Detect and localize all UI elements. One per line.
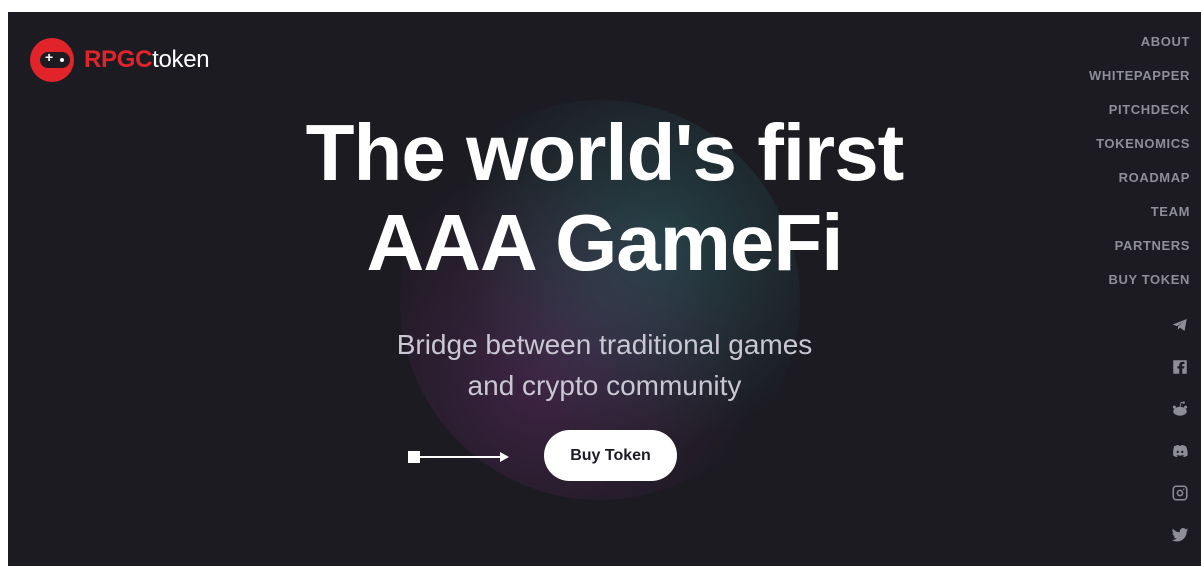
hero-subtitle-line-2: and crypto community	[467, 370, 742, 401]
hero-title: The world's first AAA GameFi	[8, 108, 1201, 288]
logo-suffix: token	[152, 46, 210, 73]
logo-wordmark: RPGCtoken	[84, 46, 210, 74]
twitter-icon[interactable]	[1170, 525, 1190, 545]
discord-icon[interactable]	[1170, 441, 1190, 461]
site-logo[interactable]: RPGCtoken	[30, 38, 210, 82]
nav-item-about[interactable]: ABOUT	[1141, 34, 1190, 68]
logo-brand: RPGC	[84, 46, 153, 73]
instagram-icon[interactable]	[1170, 483, 1190, 503]
nav-item-whitepaper[interactable]: WHITEPAPPER	[1089, 68, 1190, 102]
buy-token-button[interactable]: Buy Token	[544, 430, 677, 481]
arrow-pointer-icon	[408, 451, 509, 465]
hero-title-line-1: The world's first	[305, 108, 905, 197]
hero-subtitle: Bridge between traditional games and cry…	[8, 324, 1201, 406]
hero-title-line-2: AAA GameFi	[366, 198, 843, 287]
gamepad-logo-icon	[30, 38, 74, 82]
hero-subtitle-line-1: Bridge between traditional games	[396, 329, 813, 360]
page-frame: RPGCtoken ABOUT WHITEPAPPER PITCHDECK TO…	[8, 12, 1201, 566]
